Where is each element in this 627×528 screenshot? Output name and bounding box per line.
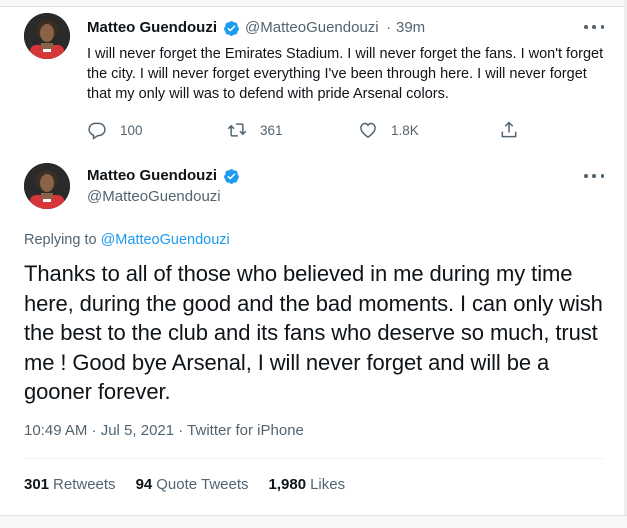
author-handle[interactable]: @MatteoGuendouzi	[245, 19, 379, 36]
likes-label: Likes	[310, 476, 346, 493]
retweet-button[interactable]: 361	[227, 120, 283, 140]
reply-icon	[88, 122, 106, 140]
avatar[interactable]	[24, 13, 70, 59]
reply-button[interactable]: 100	[87, 120, 143, 140]
tweet-time[interactable]: 39m	[396, 19, 425, 36]
verified-badge-icon	[224, 169, 239, 184]
tweet-text: I will never forget the Emirates Stadium…	[87, 46, 604, 102]
window-bottom-edge	[0, 515, 627, 528]
like-button[interactable]: 1.8K	[358, 120, 419, 140]
retweet-count: 361	[260, 122, 283, 138]
more-options-icon[interactable]	[584, 172, 604, 180]
like-count: 1.8K	[391, 122, 419, 138]
window-top-edge	[0, 0, 627, 7]
likes-count: 1,980	[268, 476, 307, 493]
replying-handle-link[interactable]: @MatteoGuendouzi	[101, 232, 230, 248]
more-options-icon[interactable]	[584, 23, 604, 31]
author-name[interactable]: Matteo Guendouzi	[87, 19, 217, 36]
quote-tweets-label: Quote Tweets	[156, 476, 249, 493]
separator: ·	[386, 19, 391, 36]
quote-tweets-count: 94	[135, 476, 153, 493]
verified-badge-icon	[224, 21, 239, 36]
author-handle[interactable]: @MatteoGuendouzi	[87, 188, 221, 205]
tweet-stats: 301 Retweets 94 Quote Tweets 1,980 Likes	[24, 476, 365, 493]
share-icon	[501, 121, 517, 138]
retweets-count: 301	[24, 476, 50, 493]
author-name[interactable]: Matteo Guendouzi	[87, 167, 217, 184]
tweet-text: Thanks to all of those who believed in m…	[24, 261, 603, 404]
avatar[interactable]	[24, 163, 70, 209]
reply-count: 100	[120, 122, 143, 138]
replying-to: Replying to @MatteoGuendouzi	[24, 232, 230, 248]
tweet-timestamp[interactable]: 10:49 AM · Jul 5, 2021 · Twitter for iPh…	[24, 422, 304, 439]
divider	[24, 458, 604, 459]
avatar-image	[24, 13, 70, 59]
avatar-image	[24, 163, 70, 209]
likes-stat[interactable]: 1,980 Likes	[269, 476, 346, 493]
replying-prefix: Replying to	[24, 232, 97, 248]
retweet-icon	[227, 123, 247, 137]
retweets-label: Retweets	[53, 476, 116, 493]
quote-tweets-stat[interactable]: 94 Quote Tweets	[136, 476, 249, 493]
retweets-stat[interactable]: 301 Retweets	[24, 476, 116, 493]
share-button[interactable]	[499, 120, 532, 140]
heart-icon	[360, 122, 376, 138]
